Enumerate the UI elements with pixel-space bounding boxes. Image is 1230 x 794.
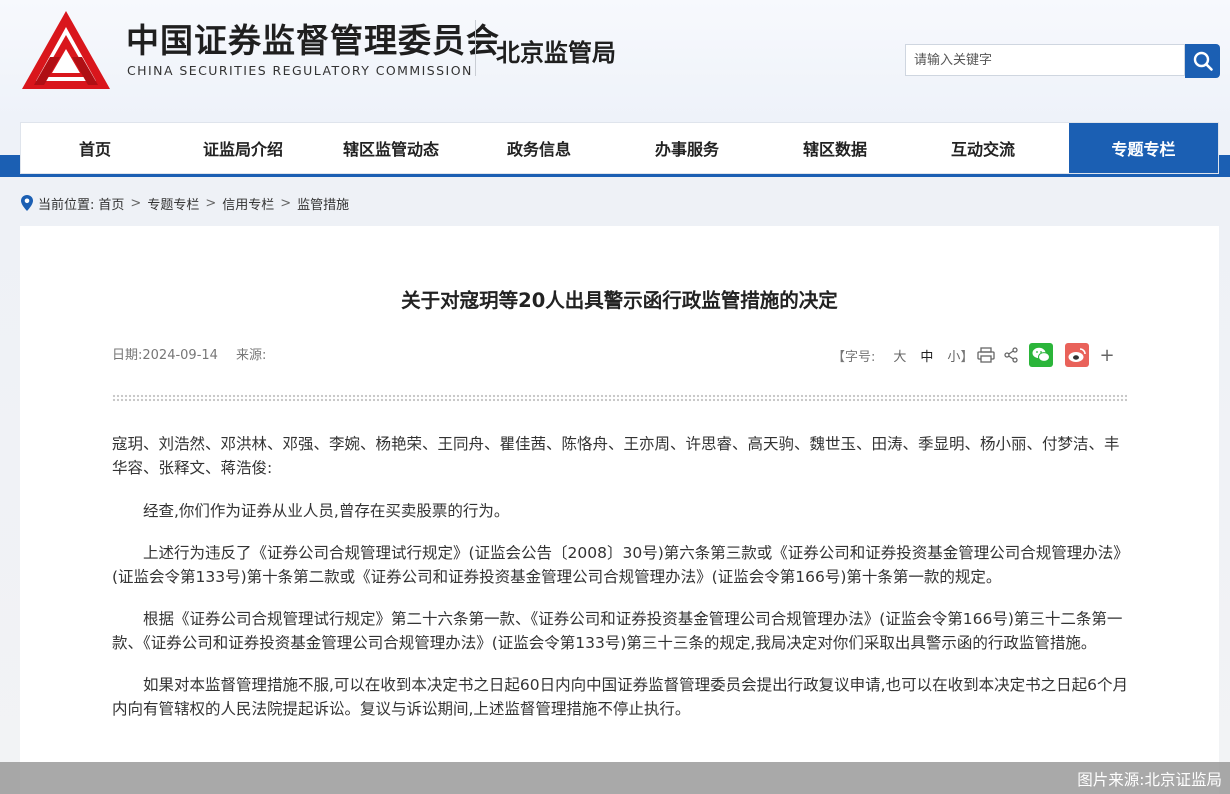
nav-item-regional-news[interactable]: 辖区监管动态	[317, 123, 465, 173]
breadcrumb-home[interactable]: 首页	[98, 194, 124, 213]
breadcrumb-regulatory-measures[interactable]: 监管措施	[297, 194, 349, 213]
wechat-icon	[1032, 347, 1051, 362]
breadcrumb-separator: >	[280, 195, 292, 211]
article-body: 寇玥、刘浩然、邓洪林、邓强、李婉、杨艳荣、王同舟、瞿佳茜、陈恪舟、王亦周、许思睿…	[112, 432, 1130, 739]
font-size-small[interactable]: 小	[947, 346, 960, 365]
date-label: 日期:	[112, 348, 143, 363]
print-icon	[977, 347, 996, 363]
share-button[interactable]	[1003, 347, 1019, 363]
print-button[interactable]	[977, 347, 996, 363]
article-tools: 【字号: 大 中 小 】 +	[832, 342, 1115, 368]
source-label: 来源:	[235, 348, 267, 363]
search-input[interactable]	[905, 44, 1185, 76]
font-size-label: 【字号:	[832, 349, 876, 365]
csrc-logo-icon[interactable]	[20, 9, 112, 93]
breadcrumb-separator: >	[130, 195, 142, 211]
breadcrumb: 当前位置: 首页 > 专题专栏 > 信用专栏 > 监管措施	[20, 193, 349, 213]
body-paragraph: 根据《证券公司合规管理试行规定》第二十六条第一款、《证券公司和证券投资基金管理公…	[112, 610, 1123, 652]
body-paragraph: 如果对本监督管理措施不服,可以在收到本决定书之日起60日内向中国证券监督管理委员…	[112, 676, 1128, 718]
article-meta: 日期:2024-09-14 来源:	[112, 344, 266, 363]
image-credit-bar: 图片来源:北京证监局	[0, 762, 1230, 794]
search-button[interactable]	[1185, 44, 1220, 78]
nav-item-home[interactable]: 首页	[21, 123, 169, 173]
breadcrumb-separator: >	[205, 195, 217, 211]
search-icon	[1193, 51, 1213, 71]
dotted-divider	[112, 394, 1127, 402]
body-paragraph: 上述行为违反了《证券公司合规管理试行规定》(证监会公告〔2008〕30号)第六条…	[112, 544, 1129, 586]
wechat-share-button[interactable]	[1029, 343, 1054, 367]
weibo-icon	[1068, 348, 1087, 362]
weibo-share-button[interactable]	[1065, 343, 1090, 367]
nav-item-interaction[interactable]: 互动交流	[909, 123, 1057, 173]
more-share-button[interactable]: +	[1099, 345, 1114, 366]
breadcrumb-prefix: 当前位置:	[38, 197, 95, 213]
share-icon	[1004, 347, 1019, 363]
nav-item-services[interactable]: 办事服务	[613, 123, 761, 173]
bureau-name: 北京监管局	[496, 39, 616, 67]
image-credit-text: 图片来源:北京证监局	[1077, 771, 1222, 789]
header-divider	[475, 20, 476, 76]
recipients-paragraph: 寇玥、刘浩然、邓洪林、邓强、李婉、杨艳荣、王同舟、瞿佳茜、陈恪舟、王亦周、许思睿…	[112, 435, 1120, 477]
article-panel: 关于对寇玥等20人出具警示函行政监管措施的决定 日期:2024-09-14 来源:…	[20, 226, 1219, 794]
nav-item-about[interactable]: 证监局介绍	[169, 123, 317, 173]
site-header: 中国证券监督管理委员会 CHINA SECURITIES REGULATORY …	[0, 0, 1230, 122]
article-date: 2024-09-14	[142, 348, 218, 363]
article-title: 关于对寇玥等20人出具警示函行政监管措施的决定	[401, 289, 838, 312]
font-size-medium[interactable]: 中	[920, 346, 933, 365]
nav-item-gov-info[interactable]: 政务信息	[465, 123, 613, 173]
org-name-en: CHINA SECURITIES REGULATORY COMMISSION	[127, 63, 473, 78]
nav-item-special-topics[interactable]: 专题专栏	[1069, 123, 1218, 173]
font-size-close: 】	[960, 349, 974, 365]
main-nav: 首页 证监局介绍 辖区监管动态 政务信息 办事服务 辖区数据 互动交流 专题专栏	[20, 122, 1219, 174]
nav-item-regional-data[interactable]: 辖区数据	[761, 123, 909, 173]
breadcrumb-special-topics[interactable]: 专题专栏	[147, 194, 199, 213]
location-pin-icon	[21, 195, 33, 211]
body-paragraph: 经查,你们作为证券从业人员,曾存在买卖股票的行为。	[143, 502, 510, 520]
font-size-large[interactable]: 大	[893, 346, 906, 365]
org-name-cn: 中国证券监督管理委员会	[126, 21, 500, 60]
breadcrumb-credit-column[interactable]: 信用专栏	[222, 194, 274, 213]
